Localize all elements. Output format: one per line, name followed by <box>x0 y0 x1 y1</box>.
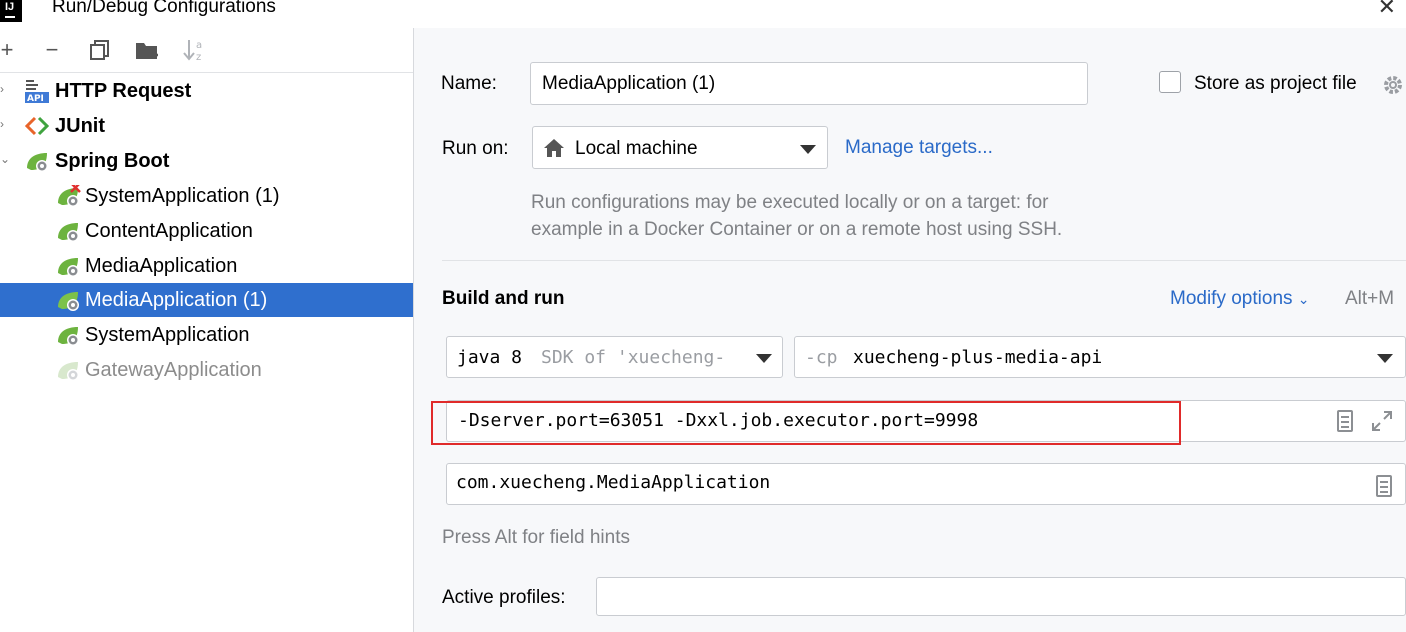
jre-value: java 8 <box>457 347 523 368</box>
run-on-hint-line-2: example in a Docker Container or on a re… <box>531 219 1063 240</box>
field-hints-text: Press Alt for field hints <box>442 527 630 548</box>
spring-boot-icon <box>58 223 79 242</box>
home-icon <box>544 139 564 157</box>
name-input-value: MediaApplication (1) <box>542 73 716 94</box>
name-label: Name: <box>441 73 497 94</box>
spring-boot-icon <box>58 327 79 346</box>
cp-flag: -cp <box>805 347 838 368</box>
intellij-logo-icon: IJ <box>0 0 22 22</box>
modify-options-label: Modify options <box>1170 288 1293 309</box>
close-icon[interactable]: ✕ <box>1378 0 1396 20</box>
jre-hint: SDK of 'xuecheng- <box>541 347 726 368</box>
expand-arrow-icon[interactable]: › <box>0 82 4 96</box>
configurations-panel: + − az › API HTTP Request › JUnit ⌄ Spri… <box>0 28 414 632</box>
tree-item-gateway-application[interactable]: GatewayApplication <box>0 353 413 387</box>
expand-icon[interactable] <box>1371 410 1393 432</box>
tree-item-system-application[interactable]: SystemApplication <box>0 318 413 352</box>
configurations-toolbar: + − az <box>0 28 413 73</box>
jre-dropdown[interactable]: java 8 SDK of 'xuecheng- <box>446 336 783 378</box>
chevron-down-icon <box>1377 354 1393 363</box>
tree-item-label: MediaApplication (1) <box>85 288 268 311</box>
classpath-module-dropdown[interactable]: -cp xuecheng-plus-media-api <box>794 336 1406 378</box>
tree-item-label: MediaApplication <box>85 254 238 277</box>
document-icon[interactable] <box>1376 475 1392 497</box>
sort-icon[interactable]: az <box>182 36 208 64</box>
run-on-value: Local machine <box>575 138 698 159</box>
tree-item-content-application[interactable]: ContentApplication <box>0 214 413 248</box>
configuration-form: Name: MediaApplication (1) Store as proj… <box>414 28 1406 632</box>
remove-icon[interactable]: − <box>39 36 65 64</box>
junit-icon <box>25 116 49 136</box>
modify-options-link[interactable]: Modify options ⌄ <box>1170 288 1310 310</box>
expand-arrow-icon[interactable]: › <box>0 117 4 131</box>
svg-text:a: a <box>196 40 202 51</box>
tree-group-http-request[interactable]: › API HTTP Request <box>0 74 413 108</box>
tree-group-junit[interactable]: › JUnit <box>0 109 413 143</box>
spring-boot-icon <box>58 292 79 311</box>
title-bar: IJ Run/Debug Configurations ✕ <box>0 0 1406 28</box>
new-folder-icon[interactable] <box>135 36 161 64</box>
spring-boot-error-icon <box>58 185 81 207</box>
spring-boot-icon <box>58 258 79 277</box>
tree-item-system-application-1[interactable]: SystemApplication (1) <box>0 179 413 213</box>
name-input[interactable]: MediaApplication (1) <box>530 62 1088 105</box>
tree-group-label: HTTP Request <box>55 79 192 102</box>
active-profiles-label: Active profiles: <box>442 587 566 608</box>
svg-text:z: z <box>196 52 201 62</box>
run-on-dropdown[interactable]: Local machine <box>532 126 828 169</box>
api-icon: API <box>25 80 49 103</box>
gear-icon[interactable] <box>1380 72 1406 98</box>
tree-item-label: SystemApplication (1) <box>85 184 280 207</box>
cp-value: xuecheng-plus-media-api <box>853 347 1103 368</box>
add-icon[interactable]: + <box>0 36 20 64</box>
build-and-run-heading: Build and run <box>442 288 565 309</box>
tree-group-spring-boot[interactable]: ⌄ Spring Boot <box>0 144 413 178</box>
section-divider <box>442 260 1406 261</box>
run-on-hint-line-1: Run configurations may be executed local… <box>531 192 1049 213</box>
main-class-input[interactable]: com.xuecheng.MediaApplication <box>446 463 1406 505</box>
spring-boot-icon <box>27 153 48 172</box>
copy-icon[interactable] <box>87 36 113 64</box>
highlight-box <box>431 401 1181 445</box>
run-on-label: Run on: <box>442 138 509 159</box>
manage-targets-link[interactable]: Manage targets... <box>845 137 993 159</box>
document-icon[interactable] <box>1337 410 1353 432</box>
collapse-arrow-icon[interactable]: ⌄ <box>0 152 10 166</box>
store-as-project-file-checkbox[interactable] <box>1159 71 1181 93</box>
tree-item-media-application[interactable]: MediaApplication <box>0 249 413 283</box>
tree-item-label: GatewayApplication <box>85 358 262 381</box>
tree-item-label: ContentApplication <box>85 219 253 242</box>
chevron-down-icon <box>756 354 772 363</box>
modify-options-shortcut: Alt+M <box>1345 288 1395 309</box>
tree-group-label: JUnit <box>55 114 105 137</box>
chevron-down-icon: ⌄ <box>1297 291 1310 307</box>
tree-item-media-application-1[interactable]: MediaApplication (1) <box>0 283 413 317</box>
spring-boot-disabled-icon <box>58 362 79 381</box>
main-class-value: com.xuecheng.MediaApplication <box>456 472 771 493</box>
svg-text:API: API <box>27 94 44 103</box>
window-title: Run/Debug Configurations <box>52 0 276 17</box>
tree-group-label: Spring Boot <box>55 149 170 172</box>
store-as-project-file-label: Store as project file <box>1194 73 1357 94</box>
tree-item-label: SystemApplication <box>85 323 250 346</box>
chevron-down-icon <box>800 145 816 154</box>
active-profiles-input[interactable] <box>596 577 1406 616</box>
